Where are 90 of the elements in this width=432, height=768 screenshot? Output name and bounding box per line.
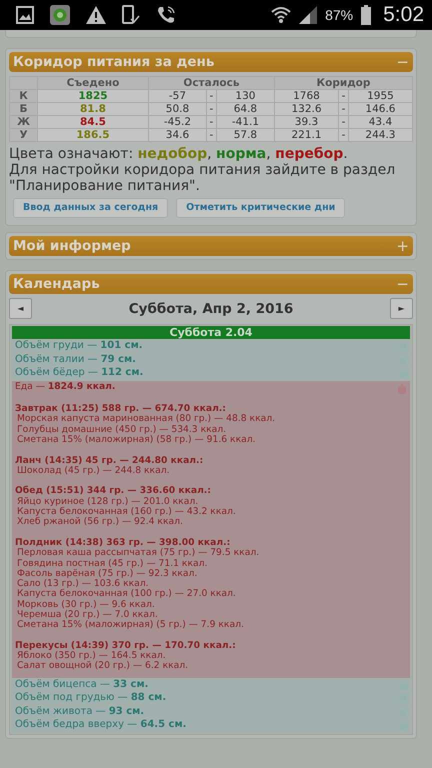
- food-item: Сметана 15% (маложирная) (58 гр.) — 91.6 ккал.: [16, 434, 257, 446]
- food-item: Салат овощной (20 гр.) — 6.2 ккал.: [16, 661, 190, 672]
- table-cell: 64.8: [216, 102, 274, 116]
- note-text: Для настройки коридора питания зайдите в раздел "Планирование питания".: [9, 162, 396, 194]
- action-button[interactable]: Ввод данных за сегодня: [13, 198, 168, 218]
- legend-text: Цвета означают: недобор, норма, перебор.: [9, 146, 349, 162]
- table-cell: 130: [216, 90, 274, 102]
- date-title: Суббота, Апр 2, 2016: [128, 300, 294, 319]
- measurement-text: Объём бицепса — 33 см.: [15, 678, 148, 692]
- panel-title: Коридор питания за день: [13, 53, 214, 71]
- gallery-icon: [16, 6, 34, 24]
- panel-title: Календарь: [13, 275, 100, 294]
- table-cell: 1768: [274, 90, 339, 102]
- battery-icon: [361, 5, 372, 25]
- food-item: Шоколад (45 гр.) — 244.8 ккал.: [16, 466, 171, 476]
- table-cell: -57: [148, 90, 206, 102]
- column-header: Коридор: [274, 76, 412, 90]
- food-item: Фасоль варёная (75 гр.) — 92.3 ккал.: [16, 568, 198, 579]
- measurement-text: Объём груди — 101 см.: [15, 340, 143, 353]
- table-corner: [10, 76, 38, 90]
- table-cell: 1825: [38, 90, 148, 102]
- table-cell: -41.1: [216, 116, 274, 128]
- action-button[interactable]: Отметить критические дни: [176, 198, 346, 218]
- food-item: Хлеб ржаной (56 гр.) — 92.4 ккал.: [16, 517, 184, 528]
- next-day-button[interactable]: ►: [390, 298, 413, 320]
- row-label: Б: [10, 102, 38, 116]
- table-cell: 186.5: [38, 128, 148, 142]
- food-item: Говядина постная (45 гр.) — 71.1 ккал.: [16, 558, 208, 568]
- warning-icon: [86, 6, 106, 24]
- panel-title: Мой информер: [13, 237, 131, 256]
- table-cell: 244.3: [348, 128, 412, 142]
- row-label: Ж: [10, 116, 38, 128]
- phone-check-icon: [122, 5, 140, 25]
- food-item: Морская капуста маринованная (80 гр.) — 48.8 ккал.: [17, 414, 276, 425]
- table-cell: 221.1: [274, 128, 339, 142]
- table-cell: 146.6: [348, 102, 412, 116]
- wifi-icon: [271, 6, 292, 24]
- meal-heading: Полдник (14:38) 363 гр. — 398.00 ккал.:: [15, 538, 232, 548]
- clock-time: 5:02: [383, 2, 424, 28]
- food-item: Морковь (30 гр.) — 9.6 ккал.: [16, 600, 156, 610]
- row-label: У: [10, 128, 38, 142]
- toggle-button[interactable]: +: [396, 237, 409, 256]
- meal-heading: Ланч (14:35) 45 гр. — 244.80 ккал.:: [15, 456, 204, 466]
- table-cell: 1955: [348, 90, 412, 102]
- food-item: Яйцо куриное (128 гр.) — 201.0 ккал.: [16, 496, 200, 507]
- table-cell: 50.8: [148, 102, 206, 116]
- measurement-text: Объём бедра вверху — 64.5 см.: [15, 719, 186, 732]
- day-header: Суббота 2.04: [12, 326, 410, 340]
- table-cell: 39.3: [274, 116, 339, 128]
- tape-measure-icon: [399, 356, 408, 364]
- tape-measure-icon: [399, 680, 408, 690]
- table-cell: 84.5: [38, 116, 148, 128]
- food-item: Перловая каша рассыпчатая (75 гр.) — 79.5 ккал.: [16, 548, 260, 558]
- panel-header[interactable]: Мой информер +: [9, 236, 413, 256]
- meal-heading: Завтрак (11:25) 588 гр. — 674.70 ккал.:: [15, 404, 226, 414]
- row-label: К: [10, 90, 38, 102]
- phone-call-icon: [156, 5, 176, 25]
- meal-heading: Обед (15:51) 344 гр. — 336.60 ккал.:: [15, 486, 212, 497]
- panel-header[interactable]: Коридор питания за день −: [9, 52, 413, 72]
- food-item: Капуста белокочанная (160 гр.) — 43.2 ккал.: [16, 507, 237, 518]
- food-item: Сметана 15% (маложирная) (5 гр.) — 7.9 ккал.: [16, 620, 245, 631]
- table-cell: 132.6: [274, 102, 339, 116]
- tape-measure-icon: [399, 694, 408, 704]
- tape-measure-icon: [399, 721, 408, 730]
- battery-percent: 87%: [325, 6, 354, 24]
- food-item: Яблоко (350 гр.) — 164.5 ккал.: [16, 651, 167, 662]
- table-cell: 57.8: [216, 128, 274, 142]
- table-cell: 43.4: [348, 116, 412, 128]
- previous-day-button[interactable]: ◄: [9, 298, 32, 320]
- toggle-button[interactable]: −: [396, 53, 409, 71]
- tape-measure-icon: [399, 708, 408, 717]
- table-cell: -45.2: [148, 116, 206, 128]
- food-item: Сало (13 гр.) — 103.6 ккал.: [16, 579, 149, 590]
- measurement-text: Объём бёдер — 112 см.: [15, 367, 144, 380]
- table-cell: 34.6: [148, 128, 206, 142]
- meal-heading: Перекусы (14:39) 370 гр. — 170.70 ккал.:: [15, 640, 237, 651]
- measurement-text: Объём под грудью — 88 см.: [15, 692, 166, 705]
- toggle-button[interactable]: −: [396, 275, 409, 294]
- measurement-text: Объём талии — 79 см.: [15, 354, 136, 366]
- food-item: Черемша (20 гр.) — 7.0 ккал.: [16, 610, 159, 620]
- column-header: Осталось: [148, 76, 274, 90]
- signal-icon: [299, 6, 318, 24]
- app-icon: [50, 5, 70, 25]
- column-header: Съедено: [38, 76, 148, 90]
- food-total: Еда — 1824.9 ккал.: [15, 382, 116, 392]
- measurement-text: Объём живота — 93 см.: [15, 706, 144, 718]
- panel-header[interactable]: Календарь −: [9, 274, 413, 294]
- food-item: Голубцы домашние (450 гр.) — 534.3 ккал.: [16, 424, 228, 435]
- food-item: Капуста белокочанная (100 гр.) — 27.0 ккал.: [16, 589, 237, 600]
- table-cell: 81.8: [38, 102, 148, 116]
